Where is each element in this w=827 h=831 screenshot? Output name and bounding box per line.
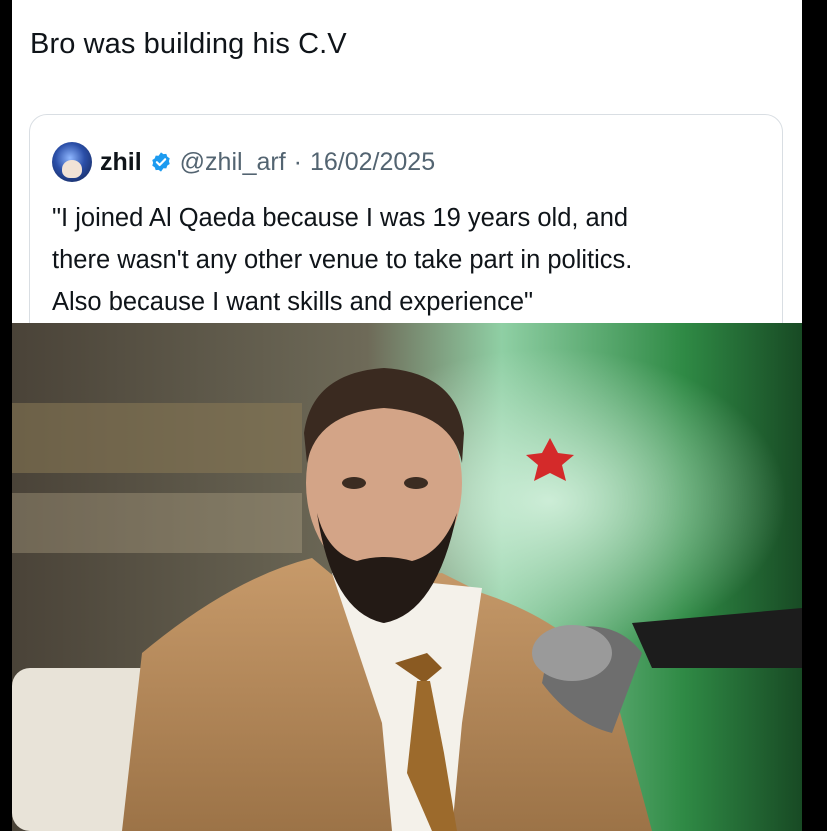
quoted-tweet-text: "I joined Al Qaeda because I was 19 year… <box>52 197 772 323</box>
photo-illustration <box>12 323 802 831</box>
quote-line: Also because I want skills and experienc… <box>52 288 534 316</box>
author-handle[interactable]: @zhil_arf <box>180 148 286 177</box>
quoted-tweet-header: zhil @zhil_arf · 16/02/2025 <box>52 139 435 185</box>
quote-line: "I joined Al Qaeda because I was 19 year… <box>52 204 629 232</box>
attached-photo[interactable] <box>12 323 802 831</box>
quote-line: there wasn't any other venue to take par… <box>52 246 633 274</box>
post-text: Bro was building his C.V <box>30 28 347 60</box>
author-name[interactable]: zhil <box>100 148 142 177</box>
verified-badge-icon <box>151 152 170 172</box>
separator-dot: · <box>293 147 302 176</box>
post-card: Bro was building his C.V zhil @zhil_arf … <box>12 0 802 831</box>
avatar[interactable] <box>52 142 92 182</box>
tweet-date[interactable]: 16/02/2025 <box>310 148 435 177</box>
